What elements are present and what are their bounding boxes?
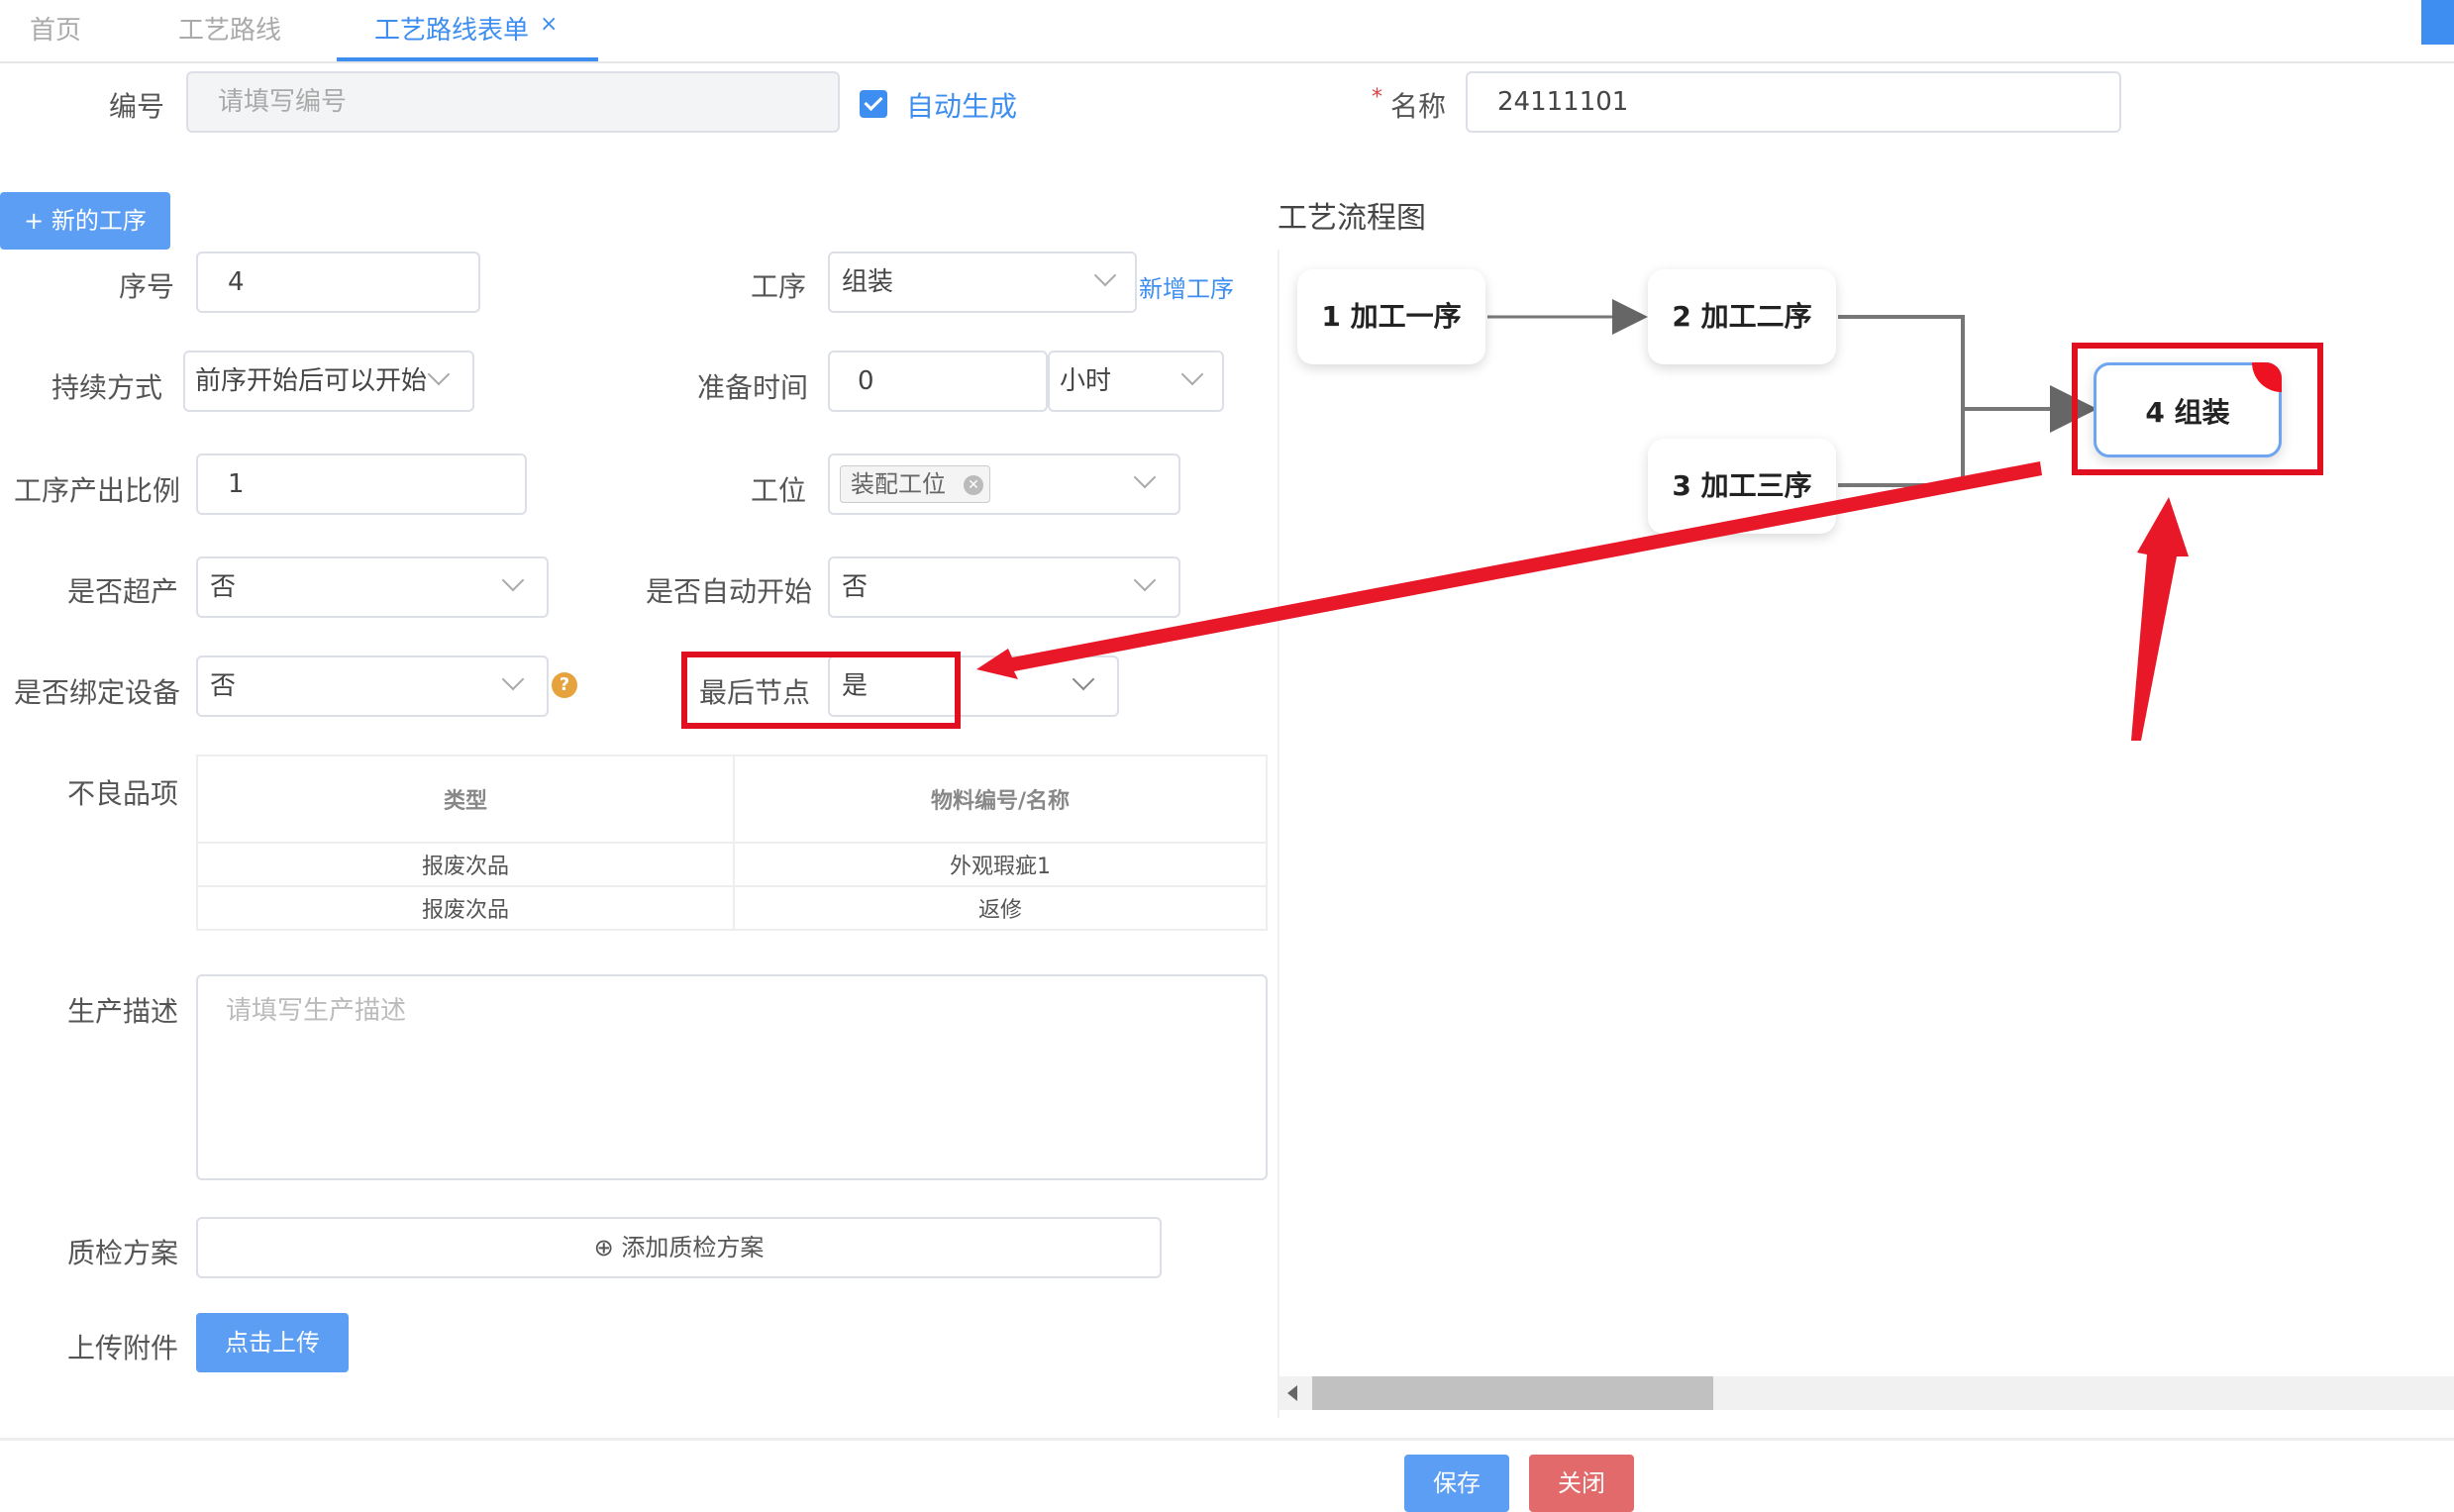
scroll-left-icon[interactable] (1287, 1385, 1297, 1401)
annotation-arrow-up (2131, 497, 2189, 741)
scrollbar-thumb[interactable] (1312, 1376, 1713, 1410)
footer-bar: 保存 关闭 (0, 1438, 2454, 1512)
annotation-arrows (976, 461, 2189, 741)
annotation-arrow-left (976, 461, 2042, 679)
horizontal-scrollbar[interactable] (1279, 1376, 2454, 1410)
save-button[interactable]: 保存 (1404, 1455, 1509, 1512)
close-button[interactable]: 关闭 (1529, 1455, 1634, 1512)
